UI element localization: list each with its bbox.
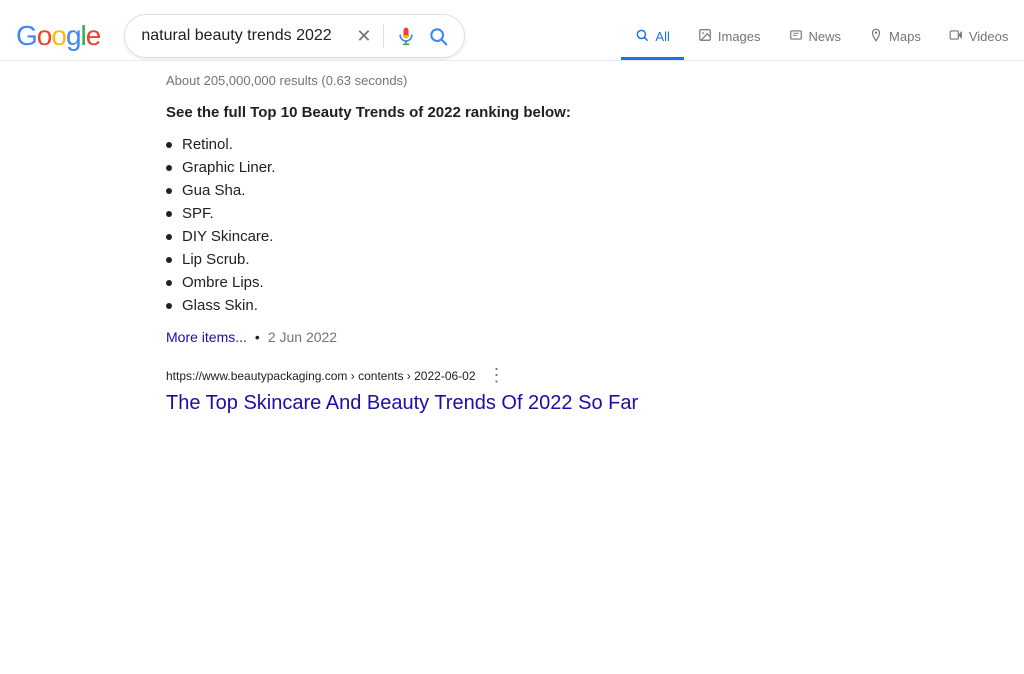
snippet-bullet-sep: • bbox=[255, 329, 260, 345]
tab-all-label: All bbox=[655, 29, 669, 44]
nav-tabs: All Images News Maps Videos bbox=[621, 12, 1024, 60]
google-logo[interactable]: Google bbox=[16, 20, 100, 52]
list-item: Ombre Lips. bbox=[166, 271, 860, 294]
logo-letter-o2: o bbox=[51, 20, 66, 52]
snippet-item-text: Gua Sha. bbox=[182, 182, 245, 199]
search-bar[interactable]: ✕ bbox=[124, 14, 465, 58]
bullet-icon bbox=[166, 257, 172, 263]
main-content: About 205,000,000 results (0.63 seconds)… bbox=[0, 61, 860, 416]
featured-snippet: See the full Top 10 Beauty Trends of 202… bbox=[166, 104, 860, 345]
all-icon bbox=[635, 28, 649, 45]
bullet-icon bbox=[166, 280, 172, 286]
list-item: Gua Sha. bbox=[166, 179, 860, 202]
tab-images-label: Images bbox=[718, 29, 761, 44]
tab-videos[interactable]: Videos bbox=[935, 16, 1023, 60]
snippet-item-text: Graphic Liner. bbox=[182, 159, 275, 176]
snippet-item-text: Retinol. bbox=[182, 136, 233, 153]
search-bar-icons: ✕ bbox=[356, 24, 448, 48]
list-item: SPF. bbox=[166, 202, 860, 225]
result-title[interactable]: The Top Skincare And Beauty Trends Of 20… bbox=[166, 392, 638, 414]
logo-letter-g: G bbox=[16, 20, 37, 52]
images-icon bbox=[698, 28, 712, 45]
mic-svg bbox=[396, 26, 416, 46]
news-icon bbox=[789, 28, 803, 45]
bullet-icon bbox=[166, 165, 172, 171]
logo-letter-g2: g bbox=[66, 20, 81, 52]
bullet-icon bbox=[166, 188, 172, 194]
search-svg bbox=[428, 26, 448, 46]
result-url: https://www.beautypackaging.com › conten… bbox=[166, 369, 476, 383]
bullet-icon bbox=[166, 142, 172, 148]
snippet-item-text: DIY Skincare. bbox=[182, 228, 273, 245]
list-item: Glass Skin. bbox=[166, 294, 860, 317]
list-item: Graphic Liner. bbox=[166, 156, 860, 179]
snippet-item-text: Glass Skin. bbox=[182, 297, 258, 314]
tab-maps-label: Maps bbox=[889, 29, 921, 44]
logo-letter-e: e bbox=[86, 20, 101, 52]
tab-news-label: News bbox=[809, 29, 842, 44]
bullet-icon bbox=[166, 303, 172, 309]
tab-images[interactable]: Images bbox=[684, 16, 775, 60]
result-menu-icon[interactable]: ⋮ bbox=[488, 365, 506, 386]
more-items-link[interactable]: More items... bbox=[166, 329, 247, 345]
list-item: Lip Scrub. bbox=[166, 248, 860, 271]
result-url-row: https://www.beautypackaging.com › conten… bbox=[166, 365, 860, 386]
snippet-heading: See the full Top 10 Beauty Trends of 202… bbox=[166, 104, 860, 121]
tab-videos-label: Videos bbox=[969, 29, 1009, 44]
mic-icon[interactable] bbox=[396, 26, 416, 46]
snippet-list: Retinol. Graphic Liner. Gua Sha. SPF. DI… bbox=[166, 133, 860, 317]
snippet-date: 2 Jun 2022 bbox=[268, 329, 337, 345]
results-count: About 205,000,000 results (0.63 seconds) bbox=[166, 73, 860, 88]
bullet-icon bbox=[166, 234, 172, 240]
snippet-item-text: SPF. bbox=[182, 205, 214, 222]
snippet-item-text: Ombre Lips. bbox=[182, 274, 264, 291]
search-divider bbox=[383, 24, 384, 48]
tab-maps[interactable]: Maps bbox=[855, 16, 935, 60]
list-item: DIY Skincare. bbox=[166, 225, 860, 248]
videos-icon bbox=[949, 28, 963, 45]
list-item: Retinol. bbox=[166, 133, 860, 156]
logo-letter-o1: o bbox=[37, 20, 52, 52]
fade-overlay bbox=[0, 614, 1024, 674]
snippet-footer: More items... • 2 Jun 2022 bbox=[166, 329, 860, 345]
bullet-icon bbox=[166, 211, 172, 217]
tab-news[interactable]: News bbox=[775, 16, 856, 60]
header: Google ✕ bbox=[0, 0, 1024, 61]
search-input[interactable] bbox=[141, 27, 348, 45]
search-submit-icon[interactable] bbox=[428, 26, 448, 46]
search-result: https://www.beautypackaging.com › conten… bbox=[166, 365, 860, 416]
tab-all[interactable]: All bbox=[621, 16, 683, 60]
snippet-item-text: Lip Scrub. bbox=[182, 251, 250, 268]
clear-icon[interactable]: ✕ bbox=[356, 27, 371, 45]
maps-icon bbox=[869, 28, 883, 45]
